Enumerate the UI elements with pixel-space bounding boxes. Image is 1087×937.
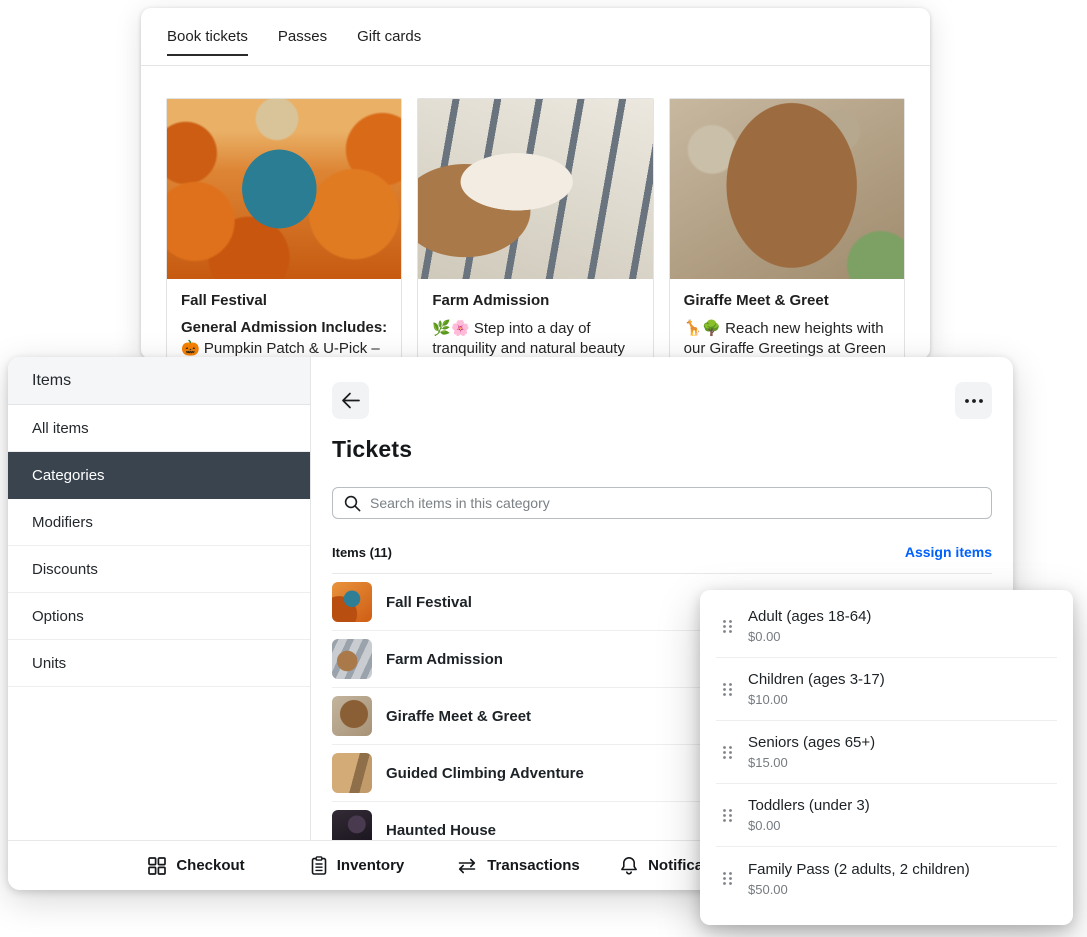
ticket-cards-row: Fall Festival General Admission Includes… <box>141 66 930 359</box>
sidebar-title: Items <box>8 357 310 405</box>
item-name: Giraffe Meet & Greet <box>386 708 531 725</box>
variation-name: Toddlers (under 3) <box>748 797 870 814</box>
card-description: 🌿🌸 Step into a day of tranquility and na… <box>432 319 638 359</box>
item-name: Fall Festival <box>386 594 472 611</box>
variation-row-family-pass[interactable]: Family Pass (2 adults, 2 children) $50.0… <box>716 847 1057 910</box>
item-thumbnail <box>332 582 372 622</box>
card-title: Fall Festival <box>181 292 387 309</box>
ellipsis-icon <box>965 399 983 403</box>
item-name: Haunted House <box>386 822 496 839</box>
arrow-left-icon <box>341 392 360 409</box>
ticket-card-fall-festival[interactable]: Fall Festival General Admission Includes… <box>166 98 402 359</box>
variation-price: $0.00 <box>748 629 871 644</box>
variation-row-toddlers[interactable]: Toddlers (under 3) $0.00 <box>716 784 1057 847</box>
search-icon <box>344 495 361 512</box>
items-sidebar: Items All items Categories Modifiers Dis… <box>8 357 311 840</box>
variation-row-seniors[interactable]: Seniors (ages 65+) $15.00 <box>716 721 1057 784</box>
variation-name: Adult (ages 18-64) <box>748 608 871 625</box>
sidebar-item-modifiers[interactable]: Modifiers <box>8 499 310 546</box>
sidebar-item-units[interactable]: Units <box>8 640 310 687</box>
drag-handle-icon[interactable] <box>722 871 733 886</box>
sidebar-item-options[interactable]: Options <box>8 593 310 640</box>
ticket-card-farm-admission[interactable]: Farm Admission 🌿🌸 Step into a day of tra… <box>417 98 653 359</box>
category-search <box>332 487 992 519</box>
nav-transactions[interactable]: Transactions <box>438 857 599 874</box>
card-title: Farm Admission <box>432 292 638 309</box>
variation-name: Family Pass (2 adults, 2 children) <box>748 861 970 878</box>
item-thumbnail <box>332 639 372 679</box>
ticket-card-giraffe-meet-greet[interactable]: Giraffe Meet & Greet 🦒🌳 Reach new height… <box>669 98 905 359</box>
search-input[interactable] <box>370 495 980 511</box>
drag-handle-icon[interactable] <box>722 682 733 697</box>
item-thumbnail <box>332 696 372 736</box>
item-name: Guided Climbing Adventure <box>386 765 584 782</box>
ticket-variations-card: Adult (ages 18-64) $0.00 Children (ages … <box>700 590 1073 925</box>
arrows-swap-icon <box>457 858 477 874</box>
more-options-button[interactable] <box>955 382 992 419</box>
tab-book-tickets[interactable]: Book tickets <box>167 8 248 65</box>
item-thumbnail <box>332 753 372 793</box>
bell-icon <box>620 856 638 875</box>
variation-name: Seniors (ages 65+) <box>748 734 875 751</box>
variation-price: $50.00 <box>748 882 970 897</box>
back-button[interactable] <box>332 382 369 419</box>
sidebar-item-categories[interactable]: Categories <box>8 452 310 499</box>
variation-row-children[interactable]: Children (ages 3-17) $10.00 <box>716 658 1057 721</box>
card-desc-heading: General Admission Includes: <box>181 319 387 336</box>
fall-festival-photo <box>167 99 401 279</box>
item-thumbnail <box>332 810 372 840</box>
sidebar-item-all-items[interactable]: All items <box>8 405 310 452</box>
nav-inventory[interactable]: Inventory <box>277 856 438 875</box>
variation-price: $15.00 <box>748 755 875 770</box>
variation-price: $0.00 <box>748 818 870 833</box>
drag-handle-icon[interactable] <box>722 745 733 760</box>
giraffe-photo <box>670 99 904 279</box>
clipboard-icon <box>311 856 327 875</box>
nav-checkout[interactable]: Checkout <box>116 857 277 875</box>
variation-row-adult[interactable]: Adult (ages 18-64) $0.00 <box>716 595 1057 658</box>
grid-icon <box>148 857 166 875</box>
booking-tabs: Book tickets Passes Gift cards <box>141 8 930 66</box>
farm-admission-photo <box>418 99 652 279</box>
items-count-label: Items (11) <box>332 545 392 560</box>
sidebar-item-discounts[interactable]: Discounts <box>8 546 310 593</box>
card-description: 🦒🌳 Reach new heights with our Giraffe Gr… <box>684 319 890 359</box>
variation-price: $10.00 <box>748 692 885 707</box>
nav-label: Transactions <box>487 857 580 874</box>
category-title: Tickets <box>332 436 992 463</box>
assign-items-link[interactable]: Assign items <box>905 544 992 560</box>
card-description: 🎃 Pumpkin Patch & U-Pick – Choose… <box>181 339 387 359</box>
tab-gift-cards[interactable]: Gift cards <box>357 8 421 65</box>
nav-label: Inventory <box>337 857 405 874</box>
tab-passes[interactable]: Passes <box>278 8 327 65</box>
card-title: Giraffe Meet & Greet <box>684 292 890 309</box>
item-name: Farm Admission <box>386 651 503 668</box>
nav-label: Checkout <box>176 857 244 874</box>
drag-handle-icon[interactable] <box>722 619 733 634</box>
drag-handle-icon[interactable] <box>722 808 733 823</box>
variation-name: Children (ages 3-17) <box>748 671 885 688</box>
booking-window: Book tickets Passes Gift cards Fall Fest… <box>141 8 930 359</box>
